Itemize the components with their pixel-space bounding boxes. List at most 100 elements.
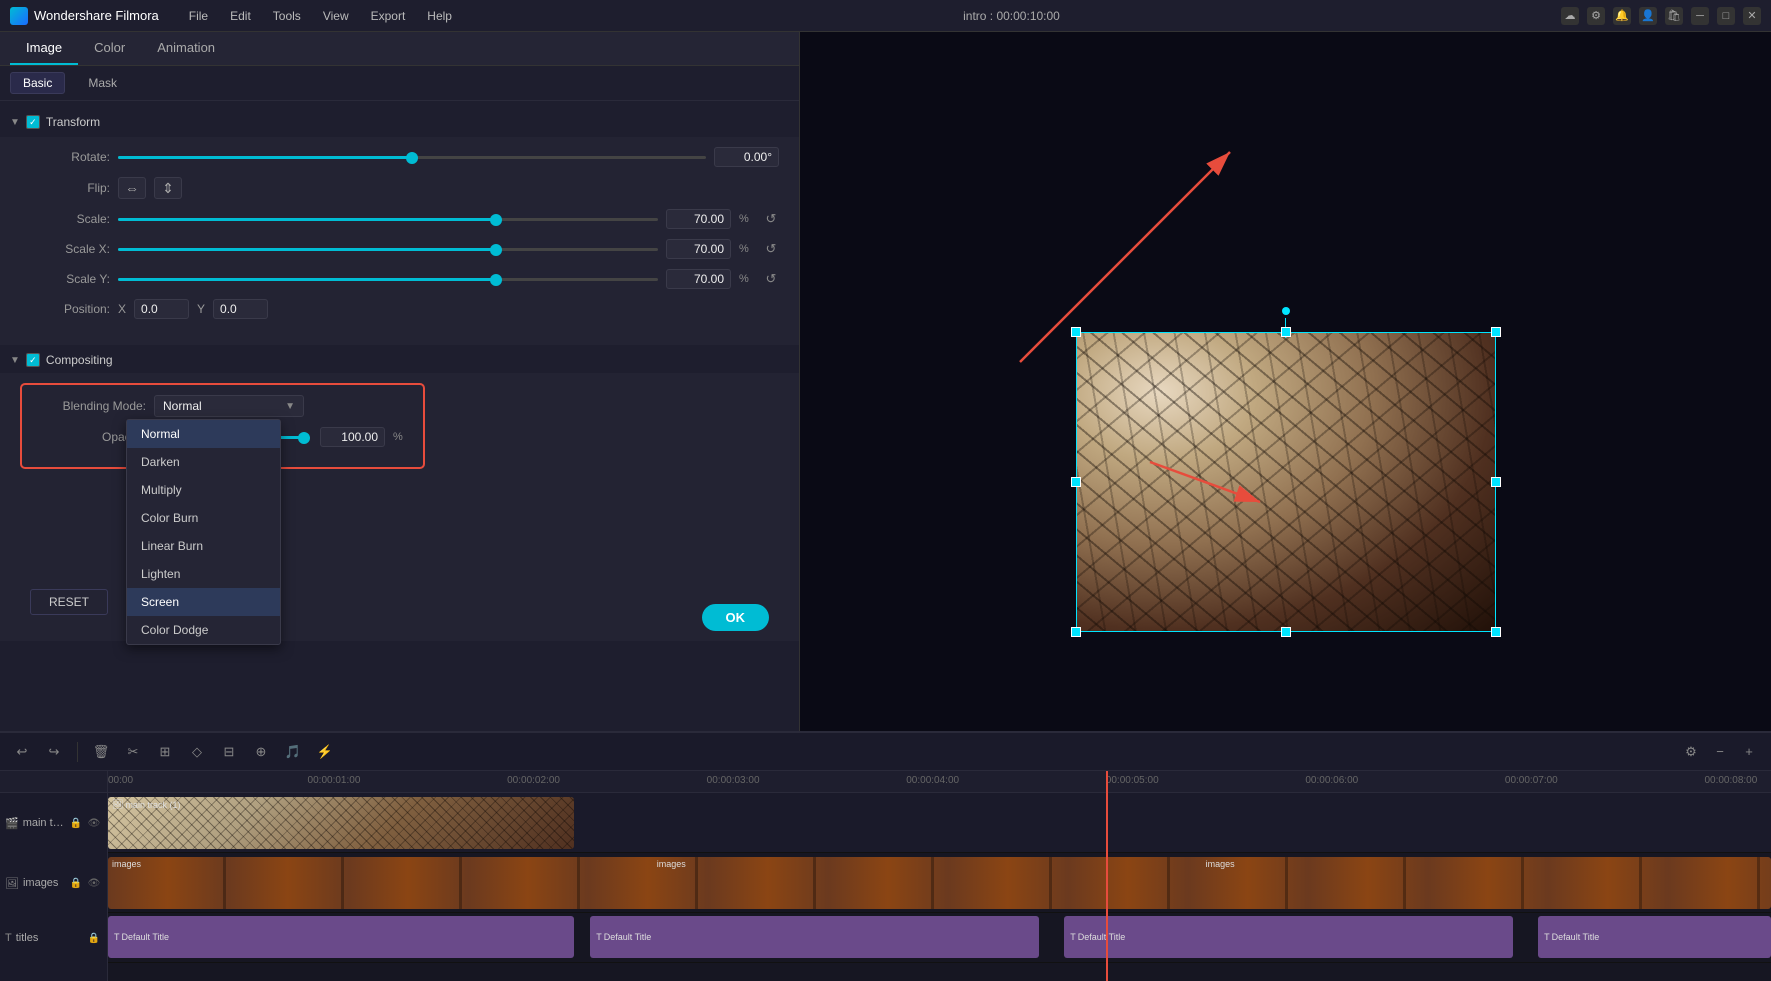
track3-lock[interactable]: 🔒 (86, 930, 102, 946)
handle-bottom-middle[interactable] (1281, 627, 1291, 637)
tl-audio[interactable]: 🎵 (281, 740, 305, 764)
menu-file[interactable]: File (179, 6, 218, 26)
tl-undo[interactable]: ↩ (10, 740, 34, 764)
menu-export[interactable]: Export (361, 6, 416, 26)
track1-content: 🖼 main track (1) (108, 793, 1771, 853)
app-logo: Wondershare Filmora (10, 7, 159, 25)
scale-input[interactable] (666, 209, 731, 229)
tl-crop[interactable]: ⊞ (153, 740, 177, 764)
dropdown-item-color-dodge[interactable]: Color Dodge (127, 616, 280, 644)
clip2-label-left: images (112, 859, 141, 869)
tracks-area: 🎬 main track 🔒 👁 🖼 images 🔒 👁 T titl (0, 771, 1771, 981)
title-clip-4[interactable]: T Default Title (1538, 916, 1771, 958)
dropdown-item-lighten[interactable]: Lighten (127, 560, 280, 588)
pos-y-input[interactable] (213, 299, 268, 319)
tl-cut[interactable]: ✂ (121, 740, 145, 764)
tl-redo[interactable]: ↪ (42, 740, 66, 764)
track2-lock[interactable]: 🔒 (68, 875, 84, 891)
scale-label: Scale: (20, 212, 110, 226)
title-bar: Wondershare Filmora File Edit Tools View… (0, 0, 1771, 32)
transform-section-header[interactable]: ▼ ✓ Transform (0, 109, 799, 135)
scale-x-label: Scale X: (20, 242, 110, 256)
title-clip-1[interactable]: T Default Title (108, 916, 574, 958)
tl-settings[interactable]: ⚙ (1679, 740, 1703, 764)
tl-keyframe[interactable]: ◇ (185, 740, 209, 764)
pos-x-input[interactable] (134, 299, 189, 319)
store-icon[interactable]: 🛍 (1665, 7, 1683, 25)
dropdown-item-color-burn[interactable]: Color Burn (127, 504, 280, 532)
tl-split[interactable]: ⊟ (217, 740, 241, 764)
flip-vertical-btn[interactable]: ⇕ (154, 177, 182, 199)
window-close[interactable]: ✕ (1743, 7, 1761, 25)
handle-top-middle[interactable] (1281, 327, 1291, 337)
dropdown-item-darken[interactable]: Darken (127, 448, 280, 476)
notification-icon[interactable]: 🔔 (1613, 7, 1631, 25)
track2-mute[interactable]: 👁 (86, 875, 102, 891)
ok-button[interactable]: OK (702, 604, 770, 631)
flip-horizontal-btn[interactable]: ⇔ (118, 177, 146, 199)
compositing-checkbox[interactable]: ✓ (26, 353, 40, 367)
clip-main-track[interactable]: 🖼 main track (1) (108, 797, 574, 849)
handle-top-right[interactable] (1491, 327, 1501, 337)
scale-x-slider[interactable] (118, 248, 658, 251)
scale-y-input[interactable] (666, 269, 731, 289)
scale-y-reset[interactable]: ↺ (763, 271, 779, 287)
menu-edit[interactable]: Edit (220, 6, 261, 26)
blend-mode-select[interactable]: Normal ▼ (154, 395, 304, 417)
sub-tab-basic[interactable]: Basic (10, 72, 65, 94)
window-minimize[interactable]: ─ (1691, 7, 1709, 25)
ruler-7: 00:00:07:00 (1505, 775, 1558, 786)
track2-icon: 🖼 (5, 877, 19, 890)
handle-bottom-left[interactable] (1071, 627, 1081, 637)
rotate-slider[interactable] (118, 156, 706, 159)
flip-label: Flip: (20, 181, 110, 195)
tab-image[interactable]: Image (10, 32, 78, 65)
compositing-section-header[interactable]: ▼ ✓ Compositing (0, 347, 799, 373)
settings-icon[interactable]: ⚙ (1587, 7, 1605, 25)
scale-x-reset[interactable]: ↺ (763, 241, 779, 257)
title-clip-3[interactable]: T Default Title (1064, 916, 1513, 958)
dropdown-item-multiply[interactable]: Multiply (127, 476, 280, 504)
menu-view[interactable]: View (313, 6, 359, 26)
cloud-icon[interactable]: ☁ (1561, 7, 1579, 25)
track1-mute[interactable]: 👁 (86, 815, 102, 831)
blend-mode-dropdown[interactable]: Normal Darken Multiply Color Burn Linear… (126, 419, 281, 645)
handle-middle-right[interactable] (1491, 477, 1501, 487)
blend-mode-chevron: ▼ (285, 401, 295, 412)
window-maximize[interactable]: □ (1717, 7, 1735, 25)
scale-y-slider[interactable] (118, 278, 658, 281)
opacity-input[interactable] (320, 427, 385, 447)
menu-tools[interactable]: Tools (263, 6, 311, 26)
tab-animation[interactable]: Animation (141, 32, 231, 65)
handle-bottom-right[interactable] (1491, 627, 1501, 637)
sub-tab-mask[interactable]: Mask (75, 72, 130, 94)
handle-middle-left[interactable] (1071, 477, 1081, 487)
reset-button[interactable]: RESET (30, 589, 108, 615)
preview-image-container (1076, 332, 1496, 632)
title-clip-2[interactable]: T Default Title (590, 916, 1039, 958)
tl-transition[interactable]: ⊕ (249, 740, 273, 764)
handle-top-left[interactable] (1071, 327, 1081, 337)
dropdown-item-linear-burn[interactable]: Linear Burn (127, 532, 280, 560)
account-icon[interactable]: 👤 (1639, 7, 1657, 25)
track1-name: main track (23, 817, 64, 829)
clip-images[interactable]: images images images (108, 857, 1771, 909)
title1-label: T Default Title (114, 932, 169, 942)
tl-zoom-in[interactable]: + (1737, 740, 1761, 764)
tl-delete[interactable]: 🗑 (89, 740, 113, 764)
tl-zoom-out[interactable]: − (1708, 740, 1732, 764)
track1-lock[interactable]: 🔒 (68, 815, 84, 831)
rotate-input[interactable] (714, 147, 779, 167)
dropdown-item-screen[interactable]: Screen (127, 588, 280, 616)
transform-checkbox[interactable]: ✓ (26, 115, 40, 129)
menu-help[interactable]: Help (417, 6, 462, 26)
rotation-dot (1282, 307, 1290, 315)
ruler-label-placeholder (0, 771, 107, 793)
tab-color[interactable]: Color (78, 32, 141, 65)
ruler-1: 00:00:01:00 (308, 775, 361, 786)
scale-slider[interactable] (118, 218, 658, 221)
tl-speed[interactable]: ⚡ (313, 740, 337, 764)
scale-x-input[interactable] (666, 239, 731, 259)
dropdown-item-normal[interactable]: Normal (127, 420, 280, 448)
scale-reset[interactable]: ↺ (763, 211, 779, 227)
